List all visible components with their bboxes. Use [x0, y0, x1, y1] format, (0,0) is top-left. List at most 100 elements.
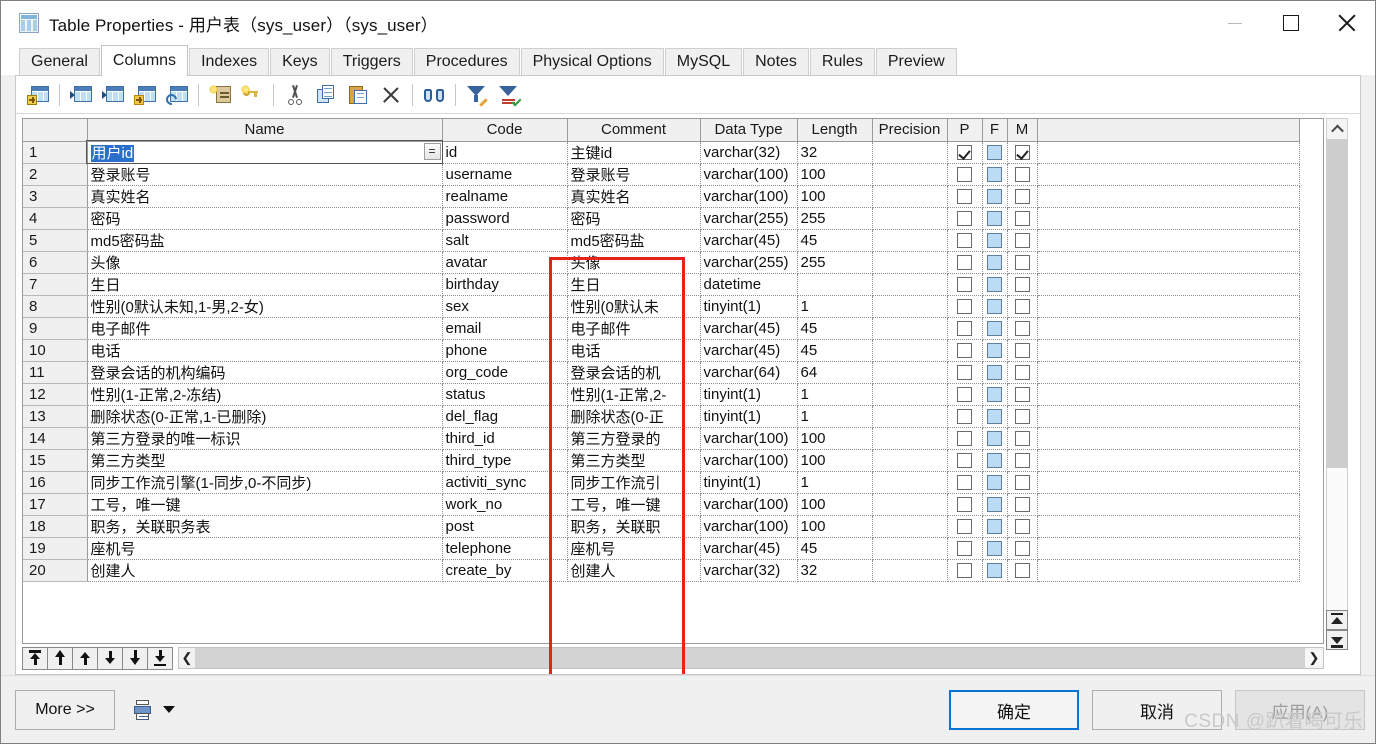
cell-length[interactable]: 100	[797, 493, 873, 516]
cell-name[interactable]: 座机号	[87, 537, 443, 560]
tab-preview[interactable]: Preview	[875, 48, 957, 75]
horizontal-scrollbar[interactable]: ❮ ❯	[178, 647, 1324, 669]
cell-precision[interactable]	[872, 295, 948, 318]
cell-comment[interactable]: 真实姓名	[567, 185, 701, 208]
row-number[interactable]: 10	[23, 339, 88, 362]
cell-length[interactable]: 1	[797, 295, 873, 318]
cell-mandatory[interactable]	[1007, 185, 1038, 208]
cell-code[interactable]: id	[442, 141, 568, 164]
cell-comment[interactable]: 座机号	[567, 537, 701, 560]
delete-icon[interactable]	[375, 80, 407, 110]
cell-code[interactable]: third_type	[442, 449, 568, 472]
cell-data-type[interactable]: tinyint(1)	[700, 295, 798, 318]
cell-primary-key[interactable]	[947, 559, 983, 582]
cell-foreign-key[interactable]	[982, 383, 1008, 406]
cell-comment[interactable]: 第三方类型	[567, 449, 701, 472]
scroll-right-icon[interactable]: ❯	[1305, 650, 1323, 666]
cell-primary-key[interactable]	[947, 361, 983, 384]
cell-mandatory[interactable]	[1007, 317, 1038, 340]
cell-primary-key[interactable]	[947, 163, 983, 186]
cell-primary-key[interactable]	[947, 141, 983, 164]
cell-length[interactable]: 64	[797, 361, 873, 384]
row-number[interactable]: 7	[23, 273, 88, 296]
cell-mandatory[interactable]	[1007, 471, 1038, 494]
cell-primary-key[interactable]	[947, 317, 983, 340]
cell-data-type[interactable]: varchar(100)	[700, 515, 798, 538]
row-number[interactable]: 13	[23, 405, 88, 428]
tab-triggers[interactable]: Triggers	[330, 48, 413, 75]
cell-mandatory[interactable]	[1007, 361, 1038, 384]
cell-code[interactable]: create_by	[442, 559, 568, 582]
print-icon[interactable]	[129, 696, 155, 724]
cell-precision[interactable]	[872, 537, 948, 560]
cell-mandatory[interactable]	[1007, 295, 1038, 318]
cell-primary-key[interactable]	[947, 339, 983, 362]
tab-mysql[interactable]: MySQL	[664, 48, 743, 75]
row-number[interactable]: 4	[23, 207, 88, 230]
cell-foreign-key[interactable]	[982, 229, 1008, 252]
hscroll-thumb[interactable]	[195, 648, 1305, 668]
cell-precision[interactable]	[872, 229, 948, 252]
cell-data-type[interactable]: varchar(45)	[700, 229, 798, 252]
cell-precision[interactable]	[872, 141, 948, 164]
row-number[interactable]: 3	[23, 185, 88, 208]
cell-primary-key[interactable]	[947, 229, 983, 252]
cell-primary-key[interactable]	[947, 537, 983, 560]
cell-foreign-key[interactable]	[982, 273, 1008, 296]
cell-data-type[interactable]: varchar(100)	[700, 185, 798, 208]
cell-comment[interactable]: 删除状态(0-正	[567, 405, 701, 428]
table-row[interactable]: 9 电子邮件 email 电子邮件 varchar(45) 45	[23, 317, 1300, 340]
move-to-top-button[interactable]	[22, 646, 48, 670]
cell-primary-key[interactable]	[947, 493, 983, 516]
table-row[interactable]: 1 用户id = id 主键id varchar(32) 32	[23, 140, 1300, 164]
cell-mandatory[interactable]	[1007, 449, 1038, 472]
cell-mandatory[interactable]	[1007, 559, 1038, 582]
cell-name[interactable]: 性别(0默认未知,1-男,2-女)	[87, 295, 443, 318]
cell-name[interactable]: 电话	[87, 339, 443, 362]
cell-primary-key[interactable]	[947, 405, 983, 428]
move-up-button[interactable]	[72, 646, 98, 670]
cell-code[interactable]: birthday	[442, 273, 568, 296]
cell-name[interactable]: 登录会话的机构编码	[87, 361, 443, 384]
apply-filter-icon[interactable]	[493, 80, 525, 110]
cell-length[interactable]: 100	[797, 163, 873, 186]
cell-comment[interactable]: 性别(0默认未	[567, 295, 701, 318]
cell-name[interactable]: 真实姓名	[87, 185, 443, 208]
cell-precision[interactable]	[872, 361, 948, 384]
cell-mandatory[interactable]	[1007, 251, 1038, 274]
cell-length[interactable]: 100	[797, 515, 873, 538]
cell-primary-key[interactable]	[947, 471, 983, 494]
cell-name[interactable]: 密码	[87, 207, 443, 230]
cell-length[interactable]: 32	[797, 559, 873, 582]
more-button[interactable]: More >>	[15, 690, 115, 730]
caret-down-icon[interactable]	[163, 706, 175, 713]
cell-comment[interactable]: 生日	[567, 273, 701, 296]
columns-grid[interactable]: Name Code Comment Data Type Length Preci…	[22, 118, 1324, 644]
header-f[interactable]: F	[982, 119, 1008, 142]
copy-icon[interactable]	[311, 80, 343, 110]
cell-name[interactable]: 职务，关联职务表	[87, 515, 443, 538]
table-row[interactable]: 12 性别(1-正常,2-冻结) status 性别(1-正常,2- tinyint(1…	[23, 383, 1300, 406]
cell-foreign-key[interactable]	[982, 251, 1008, 274]
cell-length[interactable]: 45	[797, 537, 873, 560]
cell-mandatory[interactable]	[1007, 515, 1038, 538]
cell-precision[interactable]	[872, 317, 948, 340]
tab-keys[interactable]: Keys	[270, 48, 330, 75]
cell-foreign-key[interactable]	[982, 207, 1008, 230]
cell-primary-key[interactable]	[947, 185, 983, 208]
cell-foreign-key[interactable]	[982, 427, 1008, 450]
cell-length[interactable]: 45	[797, 339, 873, 362]
cell-precision[interactable]	[872, 559, 948, 582]
cell-foreign-key[interactable]	[982, 295, 1008, 318]
header-rownum[interactable]	[23, 119, 88, 142]
cell-length[interactable]: 1	[797, 471, 873, 494]
cell-comment[interactable]: 电子邮件	[567, 317, 701, 340]
cell-name[interactable]: 登录账号	[87, 163, 443, 186]
cell-code[interactable]: status	[442, 383, 568, 406]
cell-precision[interactable]	[872, 383, 948, 406]
cell-code[interactable]: password	[442, 207, 568, 230]
row-number[interactable]: 18	[23, 515, 88, 538]
cell-foreign-key[interactable]	[982, 449, 1008, 472]
cell-precision[interactable]	[872, 427, 948, 450]
cell-code[interactable]: email	[442, 317, 568, 340]
